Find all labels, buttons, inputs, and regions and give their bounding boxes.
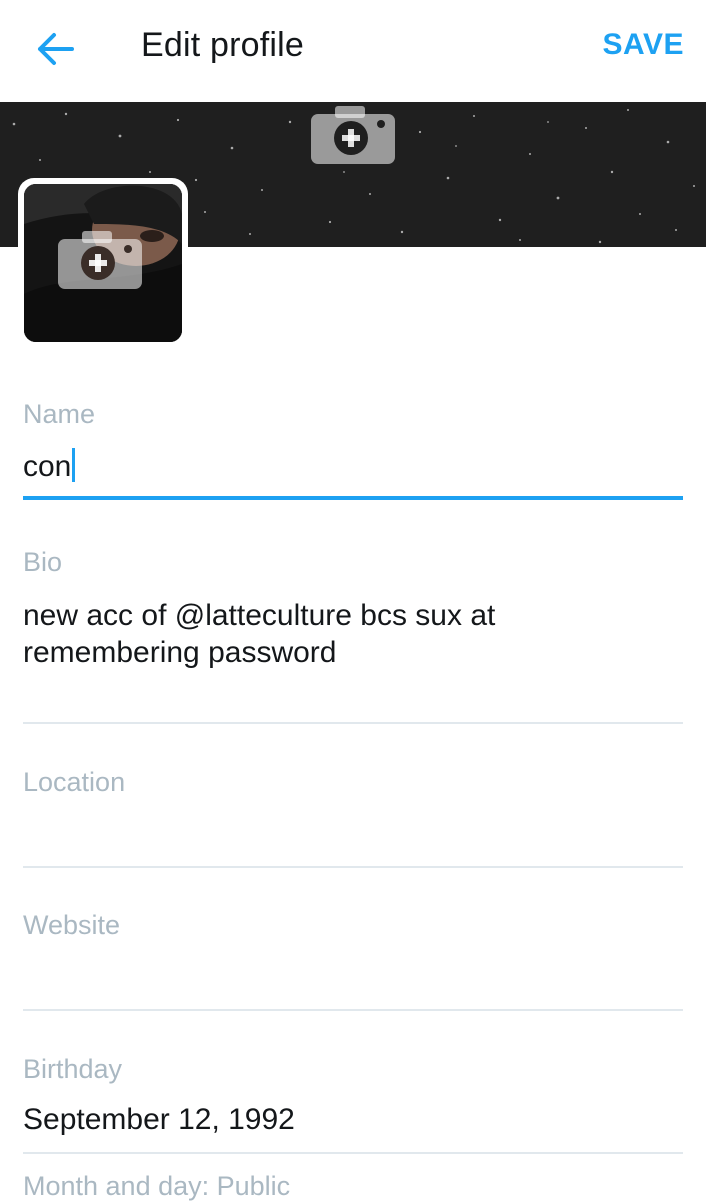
- website-label: Website: [23, 910, 121, 940]
- arrow-left-icon: [38, 33, 74, 65]
- birthday-value: September 12, 1992: [23, 1103, 295, 1136]
- top-app-bar: Edit profile SAVE: [0, 0, 706, 100]
- page-title: Edit profile: [141, 26, 305, 64]
- website-field[interactable]: Website: [23, 909, 683, 1013]
- location-field-underline: [23, 866, 683, 868]
- name-label: Name: [23, 399, 96, 429]
- bio-input-line-1: new acc of @latteculture bcs sux at: [23, 599, 496, 632]
- name-input-value: con: [23, 450, 72, 483]
- birthday-field[interactable]: Birthday September 12, 1992: [23, 1053, 683, 1157]
- bio-input-line-2: remembering password: [23, 636, 337, 669]
- text-caret: [72, 448, 76, 482]
- back-button[interactable]: [28, 22, 82, 76]
- save-button[interactable]: SAVE: [603, 28, 684, 62]
- bio-field-underline: [23, 722, 683, 724]
- location-field[interactable]: Location: [23, 766, 683, 870]
- bio-field[interactable]: Bio new acc of @latteculture bcs sux at …: [23, 546, 683, 726]
- name-field[interactable]: Name con: [23, 398, 683, 502]
- website-field-underline: [23, 1009, 683, 1011]
- profile-avatar[interactable]: [18, 178, 188, 348]
- location-label: Location: [23, 767, 126, 797]
- add-photo-camera-icon[interactable]: [311, 104, 395, 164]
- avatar-photo: [24, 184, 182, 342]
- birthday-visibility-label: Month and day: Public: [23, 1171, 291, 1201]
- birthday-visibility-setting[interactable]: Month and day: Public: [23, 1170, 683, 1202]
- birthday-field-underline: [23, 1152, 683, 1154]
- name-field-underline: [23, 496, 683, 500]
- add-photo-camera-icon[interactable]: [58, 229, 142, 289]
- birthday-label: Birthday: [23, 1054, 123, 1084]
- bio-label: Bio: [23, 547, 63, 577]
